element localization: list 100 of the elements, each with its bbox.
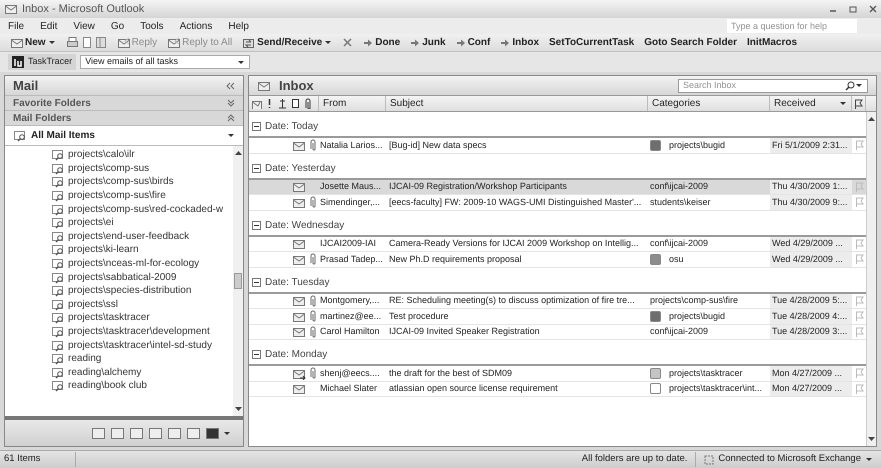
toolbar-button[interactable]: Done	[361, 34, 402, 50]
sender-cell-text: Michael Slater	[319, 382, 378, 395]
toolbar-button[interactable]: Inbox	[498, 34, 542, 50]
maximize-icon	[849, 5, 857, 13]
message-row[interactable]: Natalia Larios... [Bug-id] New data specs projects\bugid Fri 5/1/2009 2:31...	[249, 138, 866, 154]
received-cell: Wed 4/29/2009 ...	[770, 252, 852, 266]
folder-item[interactable]: projects\tasktracer\development	[51, 324, 233, 338]
folder-item[interactable]: projects\ei	[51, 216, 233, 230]
folder-item[interactable]: reading\book club	[51, 379, 233, 393]
subject-cell-text: [Bug-id] New data specs	[388, 138, 488, 152]
help-field[interactable]: Type a question for help	[727, 19, 857, 33]
close-icon	[869, 5, 877, 13]
toolbar-button[interactable]: Send/Receive	[240, 34, 334, 50]
arrow-icon	[456, 38, 466, 48]
message-row[interactable]: martinez@ee... Test procedure projects\bugid Tue 4/28/2009 4:...	[249, 309, 866, 324]
folder-item[interactable]: projects\tasktracer	[51, 311, 233, 325]
folder-item[interactable]: projects\nceas-ml-for-ecology	[51, 256, 233, 270]
message-row[interactable]: Michael Slater atlassian open source license requirement projects\tasktracer\int... Mon 4/27/2009 ...	[249, 382, 866, 397]
sender-cell-text: IJCAI2009-IAI	[319, 237, 378, 250]
toolbar-button[interactable]: Junk	[408, 34, 448, 50]
subject-cell-text: atlassian open source license requirement	[388, 382, 559, 395]
folder-item[interactable]: projects\species-distribution	[51, 284, 233, 298]
category-cell: projects\tasktracer	[669, 366, 743, 380]
message-row[interactable]: IJCAI2009-IAI Camera-Ready Versions for IJCAI 2009 Workshop on Intellig... conf\ijcai-2009 Wed 4/29/2009 ...	[249, 236, 866, 252]
message-row[interactable]: Prasad Tadep... New Ph.D requirements proposal osu Wed 4/29/2009 ...	[249, 252, 866, 268]
folder-item[interactable]: projects\end-user-feedback	[51, 230, 233, 244]
column-header[interactable]: Received	[770, 96, 852, 111]
folder-item[interactable]: projects\ki-learn	[51, 243, 233, 257]
menu-item[interactable]: View	[73, 18, 95, 34]
menu-item[interactable]: Go	[110, 18, 124, 34]
folder-item[interactable]: projects\calo\ilr	[51, 148, 233, 162]
menu-item[interactable]: Help	[228, 18, 249, 34]
new-mail-icon	[10, 36, 23, 49]
collapse-icon	[227, 114, 235, 122]
group-header[interactable]: Date: Tuesday	[252, 274, 330, 290]
toolbar-button[interactable]: New	[8, 34, 58, 50]
expand-icon	[227, 99, 235, 107]
section-header[interactable]: Favorite Folders	[5, 96, 243, 111]
collapse-box-icon	[252, 122, 261, 131]
category-cell-text: students\keiser	[650, 196, 711, 208]
column-header[interactable]: Subject	[386, 96, 648, 111]
scroll-down-icon	[868, 437, 875, 442]
group-header[interactable]: Date: Monday	[252, 347, 328, 362]
search-folder-icon	[51, 270, 64, 284]
item-count: 61 Items	[0, 452, 76, 467]
scroll-thumb[interactable]	[234, 273, 242, 289]
panel-icon	[94, 36, 107, 49]
flag-icon	[854, 197, 864, 208]
received-cell: Thu 4/30/2009 1:...	[770, 180, 852, 194]
task-filter-dropdown[interactable]: View emails of all tasks	[80, 55, 250, 69]
folder-item[interactable]: projects\comp-sus\fire	[51, 188, 233, 202]
search-folder-icon	[51, 325, 64, 338]
message-row[interactable]: Montgomery,... RE: Scheduling meeting(s) to discuss optimization of fire tre... projects\comp-sus\fire Tue 4/28/2009 5:...	[249, 294, 866, 309]
toolbar-button[interactable]: Conf	[454, 34, 492, 50]
folder-item[interactable]: projects\sabbatical-2009	[51, 270, 233, 284]
toolbar-button[interactable]: SetToCurrentTask	[547, 34, 636, 50]
column-header[interactable]: Categories	[648, 96, 770, 111]
document-icon	[80, 36, 93, 49]
search-folder-icon	[51, 230, 64, 243]
search-folder-icon	[51, 148, 64, 162]
menu-item[interactable]: File	[8, 18, 24, 34]
folder-item[interactable]: projects\tasktracer\intel-sd-study	[51, 338, 233, 352]
toolbar-button[interactable]: Goto Search Folder	[642, 34, 740, 50]
sender-cell-text: Prasad Tadep...	[319, 252, 384, 266]
folder-item[interactable]: reading\alchemy	[51, 366, 233, 380]
caret-icon	[48, 39, 56, 46]
received-cell: Mon 4/27/2009 ...	[770, 366, 852, 380]
group-header[interactable]: Date: Yesterday	[252, 160, 336, 176]
reminder-icon	[277, 98, 288, 109]
arrow-icon	[410, 38, 420, 48]
message-row[interactable]: Simendinger,... [eecs-faculty] FW: 2009-10 WAGS-UMI Distinguished Master'... students\keiser Thu 4/30/2009 9:...	[249, 195, 866, 210]
flag-icon	[854, 254, 864, 264]
search-folder-icon	[51, 202, 64, 216]
menu-item[interactable]: Tools	[140, 18, 164, 34]
folder-dropdown[interactable]: All Mail Items	[5, 126, 243, 146]
flag-icon	[854, 311, 864, 322]
flag-icon	[854, 238, 864, 249]
folder-item[interactable]: projects\comp-sus	[51, 162, 233, 176]
message-row[interactable]: Carol Hamilton IJCAI-09 Invited Speaker Registration conf\ijcai-2009 Tue 4/28/2009 3:...	[249, 324, 866, 340]
connection-status[interactable]: Connected to Microsoft Exchange	[696, 452, 881, 467]
search-folder-icon	[51, 257, 64, 270]
section-header[interactable]: Mail Folders	[5, 111, 243, 126]
search-icon	[845, 80, 855, 90]
received-cell: Wed 4/29/2009 ...	[770, 236, 852, 251]
group-header[interactable]: Date: Wednesday	[252, 218, 344, 232]
folder-item[interactable]: projects\comp-sus\red-cockaded-w	[51, 202, 233, 216]
toolbar-button[interactable]: InitMacros	[745, 34, 800, 50]
menu-item[interactable]: Edit	[40, 18, 58, 34]
column-header[interactable]: From	[319, 96, 386, 111]
folder-item[interactable]: projects\comp-sus\birds	[51, 175, 233, 189]
tasktracer-button[interactable]: TaskTracer	[8, 54, 76, 70]
folder-item[interactable]: reading	[51, 352, 233, 366]
collapse-icon	[226, 82, 235, 90]
message-row[interactable]: Josette Maus... IJCAI-09 Registration/Workshop Participants conf\ijcai-2009 Thu 4/30/2009 1:...	[249, 180, 866, 195]
group-header[interactable]: Date: Today	[252, 119, 318, 134]
folder-item[interactable]: projects\ssl	[51, 298, 233, 312]
menu-item[interactable]: Actions	[180, 18, 212, 34]
message-row[interactable]: shenj@eecs.... the draft for the best of SDM09 projects\tasktracer Mon 4/27/2009 ...	[249, 366, 866, 382]
subject-cell-text: IJCAI-09 Registration/Workshop Participants	[388, 180, 568, 193]
search-folder-icon	[51, 338, 64, 352]
